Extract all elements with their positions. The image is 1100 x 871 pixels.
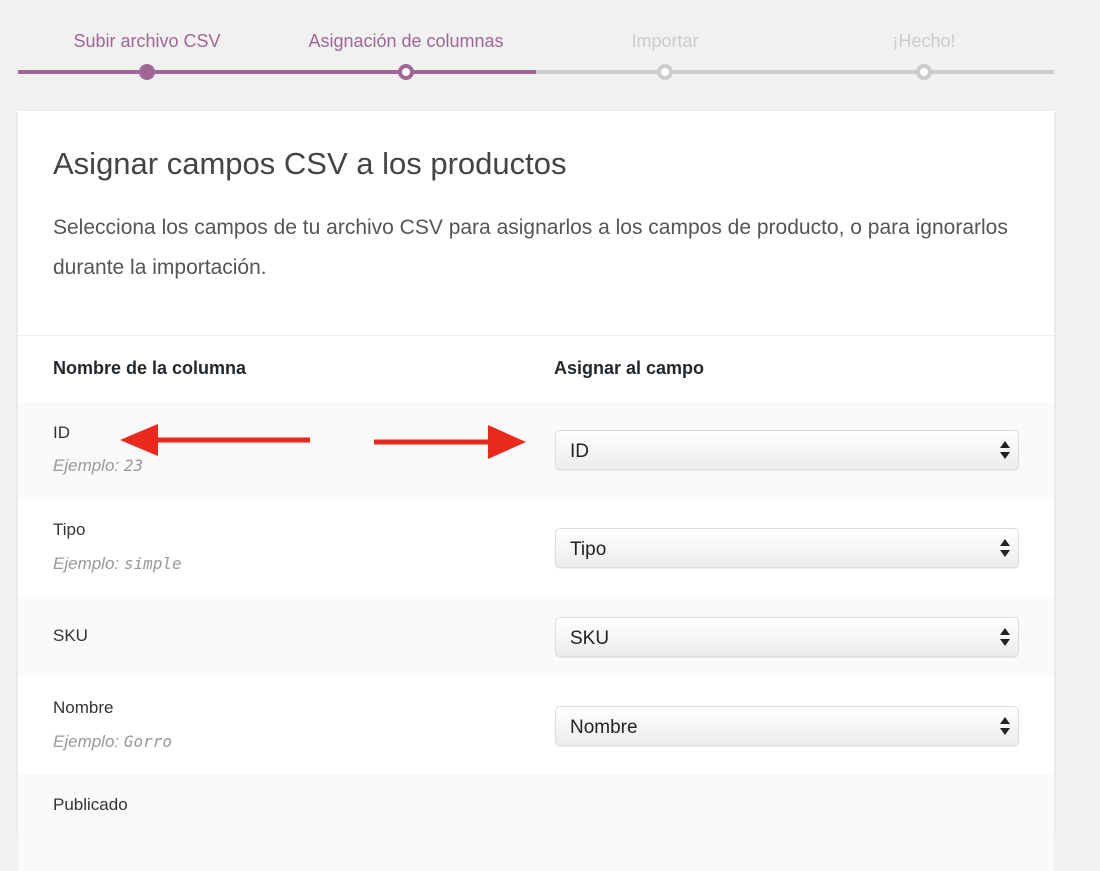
- column-name: Tipo: [53, 520, 86, 539]
- select-value: ID: [570, 441, 589, 462]
- column-example: Ejemplo: Gorro: [53, 732, 172, 752]
- example-prefix: Ejemplo:: [53, 554, 120, 573]
- column-name: Publicado: [53, 795, 128, 814]
- card-header: Asignar campos CSV a los productos Selec…: [18, 111, 1054, 336]
- map-field-select[interactable]: Nombre: [555, 706, 1019, 746]
- progress-track-remaining: [536, 70, 1054, 74]
- example-prefix: Ejemplo:: [53, 456, 120, 475]
- step-done-label: ¡Hecho!: [892, 31, 956, 51]
- table-row: Tipo Ejemplo: simple Tipo: [18, 499, 1054, 597]
- select-value: Tipo: [570, 539, 607, 560]
- column-name: ID: [53, 423, 70, 442]
- step-import-label: Importar: [631, 31, 699, 51]
- select-arrows-icon: [999, 626, 1011, 648]
- column-example: Ejemplo: simple: [53, 554, 182, 574]
- column-name: Nombre: [53, 698, 114, 717]
- step-upload-csv-dot: [139, 64, 155, 80]
- page-title: Asignar campos CSV a los productos: [53, 146, 567, 181]
- select-value: Nombre: [570, 717, 638, 738]
- step-upload-csv-label: Subir archivo CSV: [73, 31, 221, 51]
- annotation-arrow-right-icon: [374, 425, 526, 459]
- table-row: Nombre Ejemplo: Gorro Nombre: [18, 676, 1054, 774]
- select-value: SKU: [570, 628, 610, 649]
- example-prefix: Ejemplo:: [53, 732, 120, 751]
- table-header: Nombre de la columna Asignar al campo: [18, 336, 1054, 402]
- select-arrows-icon: [999, 537, 1011, 559]
- example-value: simple: [123, 554, 182, 573]
- map-to-field-header: Asignar al campo: [554, 358, 705, 378]
- column-name-header: Nombre de la columna: [53, 358, 247, 378]
- step-column-mapping-dot: [398, 64, 414, 80]
- step-column-mapping-label: Asignación de columnas: [308, 31, 504, 51]
- step-import-dot: [657, 64, 673, 80]
- column-name: SKU: [53, 626, 88, 645]
- map-field-select[interactable]: SKU: [555, 617, 1019, 657]
- step-done-dot: [916, 64, 932, 80]
- map-field-select[interactable]: Tipo: [555, 528, 1019, 568]
- table-row: Publicado: [18, 774, 1054, 871]
- import-progress-steps: Subir archivo CSV Asignación de columnas…: [18, 0, 1054, 100]
- example-value: Gorro: [123, 732, 173, 751]
- select-arrows-icon: [999, 439, 1011, 461]
- page-description: Selecciona los campos de tu archivo CSV …: [53, 216, 1008, 279]
- select-arrows-icon: [999, 715, 1011, 737]
- progress-track-completed: [18, 70, 536, 74]
- table-row: SKU SKU: [18, 597, 1054, 676]
- mapping-card: Asignar campos CSV a los productos Selec…: [18, 111, 1054, 871]
- map-field-select[interactable]: ID: [555, 430, 1019, 470]
- annotation-arrow-left-icon: [120, 424, 310, 456]
